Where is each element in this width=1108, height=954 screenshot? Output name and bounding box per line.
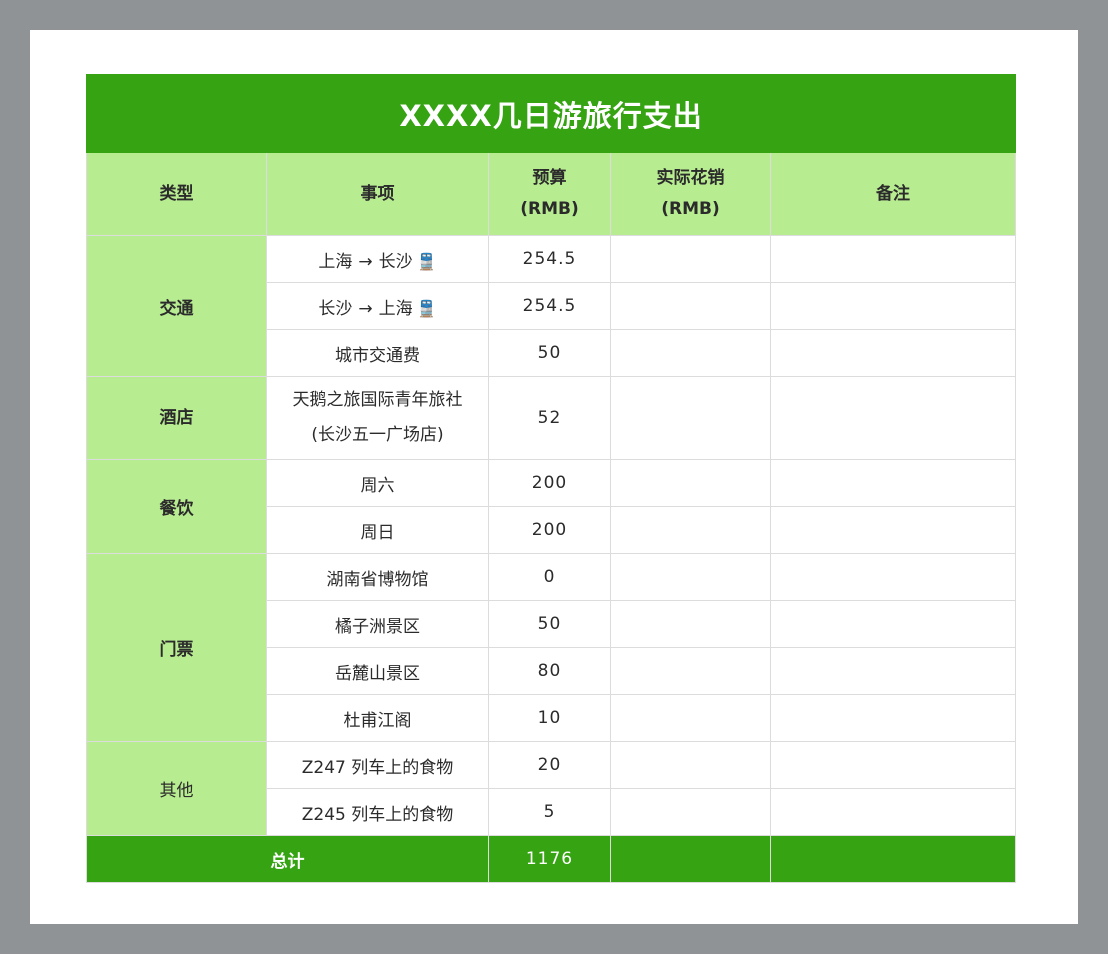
budget-cell[interactable]: 20 <box>488 741 611 789</box>
header-actual[interactable]: 实际花销 (RMB) <box>610 152 771 236</box>
note-cell[interactable] <box>769 741 1017 789</box>
total-note[interactable] <box>769 835 1017 883</box>
budget-cell[interactable]: 254.5 <box>488 235 611 283</box>
budget-cell[interactable]: 50 <box>488 600 611 648</box>
item-cell[interactable]: 湖南省博物馆 <box>266 553 489 601</box>
category-food[interactable]: 餐饮 <box>86 459 267 554</box>
item-cell[interactable]: 橘子洲景区 <box>266 600 489 648</box>
item-cell[interactable]: 周六 <box>266 459 489 507</box>
actual-cell[interactable] <box>610 741 771 789</box>
arrow-icon: → <box>358 251 373 272</box>
budget-cell[interactable]: 200 <box>488 506 611 554</box>
train-icon: 🚆 <box>416 298 437 318</box>
actual-cell[interactable] <box>610 647 771 695</box>
note-cell[interactable] <box>769 282 1017 330</box>
note-cell[interactable] <box>769 788 1017 836</box>
item-cell[interactable]: 长沙 → 上海 🚆 <box>266 282 489 330</box>
category-transport[interactable]: 交通 <box>86 235 267 377</box>
item-cell[interactable]: Z247 列车上的食物 <box>266 741 489 789</box>
budget-cell[interactable]: 50 <box>488 329 611 377</box>
item-cell[interactable]: Z245 列车上的食物 <box>266 788 489 836</box>
route-from: 长沙 <box>318 298 353 319</box>
actual-cell[interactable] <box>610 788 771 836</box>
note-cell[interactable] <box>769 459 1017 507</box>
category-hotel[interactable]: 酒店 <box>86 376 267 460</box>
item-cell[interactable]: 城市交通费 <box>266 329 489 377</box>
note-cell[interactable] <box>769 600 1017 648</box>
actual-cell[interactable] <box>610 694 771 742</box>
route-to: 上海 <box>378 298 413 319</box>
title-row: XXXX几日游旅行支出 <box>85 74 1017 153</box>
header-actual-line1: 实际花销 <box>656 168 725 188</box>
header-budget[interactable]: 预算 (RMB) <box>488 152 611 236</box>
actual-cell[interactable] <box>610 282 771 330</box>
budget-cell[interactable]: 5 <box>488 788 611 836</box>
actual-cell[interactable] <box>610 376 771 460</box>
item-cell[interactable]: 杜甫江阁 <box>266 694 489 742</box>
route-from: 上海 <box>318 251 353 272</box>
actual-cell[interactable] <box>610 553 771 601</box>
table-row: 交通 上海 → 长沙 🚆 254.5 <box>86 235 1017 377</box>
header-actual-line2: (RMB) <box>661 199 720 219</box>
note-cell[interactable] <box>769 694 1017 742</box>
arrow-icon: → <box>358 298 373 319</box>
table-row: 门票 湖南省博物馆 0 <box>86 553 1017 742</box>
budget-cell[interactable]: 52 <box>488 376 611 460</box>
header-type[interactable]: 类型 <box>86 152 267 236</box>
note-cell[interactable] <box>769 506 1017 554</box>
item-cell[interactable]: 天鹅之旅国际青年旅社 (长沙五一广场店) <box>266 376 489 460</box>
header-note[interactable]: 备注 <box>769 152 1017 236</box>
category-other[interactable]: 其他 <box>86 741 267 836</box>
category-tickets[interactable]: 门票 <box>86 553 267 742</box>
header-budget-line1: 预算 <box>532 168 567 188</box>
total-budget[interactable]: 1176 <box>488 835 611 883</box>
header-row: 类型 事项 预算 (RMB) 实际花销 (RMB) 备注 <box>86 152 1017 236</box>
budget-cell[interactable]: 10 <box>488 694 611 742</box>
total-label[interactable]: 总计 <box>86 835 489 883</box>
item-line1: 天鹅之旅国际青年旅社 <box>292 390 463 410</box>
item-cell[interactable]: 岳麓山景区 <box>266 647 489 695</box>
actual-cell[interactable] <box>610 329 771 377</box>
table-title[interactable]: XXXX几日游旅行支出 <box>85 74 1017 153</box>
item-cell[interactable]: 周日 <box>266 506 489 554</box>
note-cell[interactable] <box>769 329 1017 377</box>
table-row: 酒店 天鹅之旅国际青年旅社 (长沙五一广场店) 52 <box>86 376 1017 460</box>
sheet-page: XXXX几日游旅行支出 类型 事项 预算 (RMB) 实际花销 (RMB) 备注… <box>30 30 1078 924</box>
actual-cell[interactable] <box>610 235 771 283</box>
total-actual[interactable] <box>610 835 771 883</box>
note-cell[interactable] <box>769 376 1017 460</box>
budget-cell[interactable]: 0 <box>488 553 611 601</box>
header-item[interactable]: 事项 <box>266 152 489 236</box>
header-budget-line2: (RMB) <box>520 199 579 219</box>
train-icon: 🚆 <box>416 251 437 271</box>
item-cell[interactable]: 上海 → 长沙 🚆 <box>266 235 489 283</box>
budget-cell[interactable]: 200 <box>488 459 611 507</box>
actual-cell[interactable] <box>610 600 771 648</box>
actual-cell[interactable] <box>610 506 771 554</box>
note-cell[interactable] <box>769 553 1017 601</box>
expense-table: XXXX几日游旅行支出 类型 事项 预算 (RMB) 实际花销 (RMB) 备注… <box>85 74 1017 883</box>
actual-cell[interactable] <box>610 459 771 507</box>
budget-cell[interactable]: 80 <box>488 647 611 695</box>
note-cell[interactable] <box>769 647 1017 695</box>
route-to: 长沙 <box>378 251 413 272</box>
budget-cell[interactable]: 254.5 <box>488 282 611 330</box>
note-cell[interactable] <box>769 235 1017 283</box>
total-row: 总计 1176 <box>86 835 1017 883</box>
table-row: 餐饮 周六 200 <box>86 459 1017 554</box>
item-line2: (长沙五一广场店) <box>311 425 444 445</box>
table-row: 其他 Z247 列车上的食物 20 <box>86 741 1017 836</box>
